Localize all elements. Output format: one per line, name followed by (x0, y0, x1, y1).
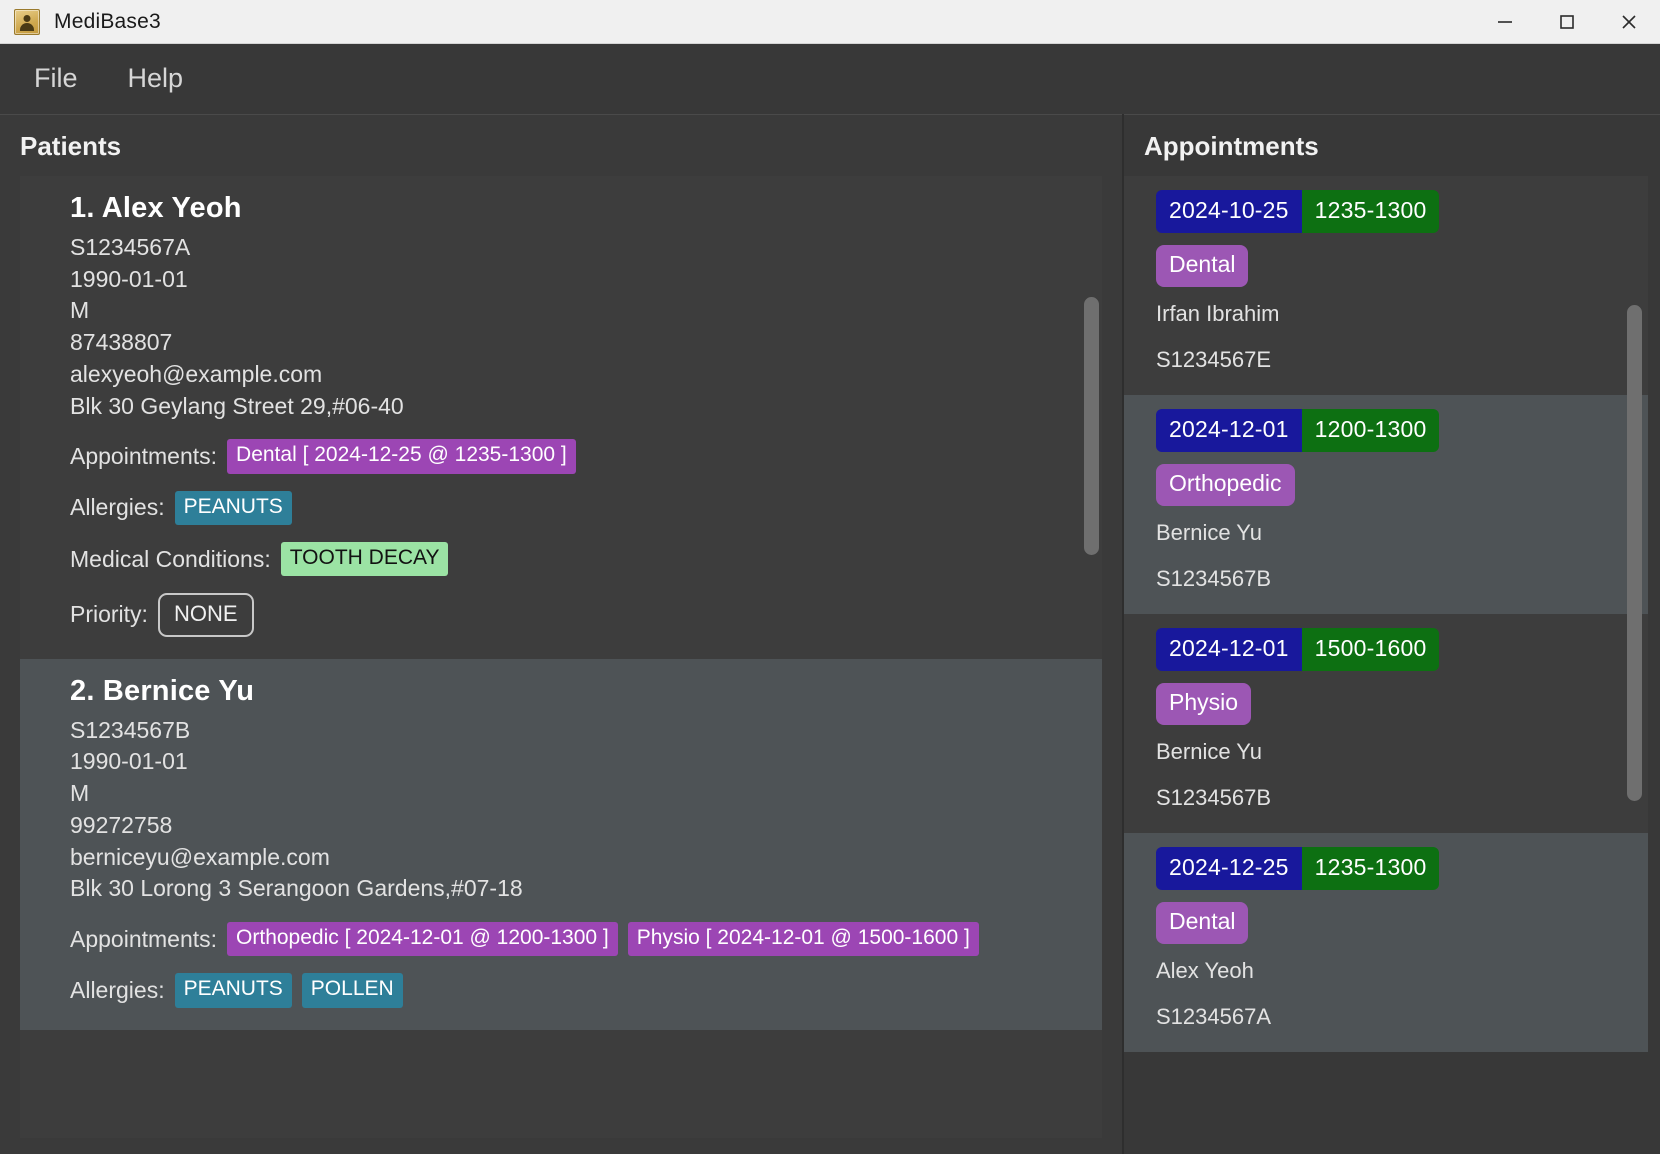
condition-tag[interactable]: TOOTH DECAY (281, 542, 449, 576)
patient-address: Blk 30 Lorong 3 Serangoon Gardens,#07-18 (70, 873, 1076, 905)
appointment-list[interactable]: 2024-10-251235-1300DentalIrfan IbrahimS1… (1124, 176, 1648, 1154)
patient-priority-row: Priority: NONE (70, 593, 1076, 637)
person-card-icon (14, 9, 40, 35)
close-icon[interactable] (1598, 0, 1660, 44)
app-window: MediBase3 File Help Patients 1. Alex Yeo… (0, 0, 1660, 1154)
appointment-tag[interactable]: Orthopedic [ 2024-12-01 @ 1200-1300 ] (227, 922, 618, 956)
menu-bar: File Help (0, 44, 1660, 113)
patient-gender: M (70, 295, 1076, 327)
patient-card[interactable]: 2. Bernice Yu S1234567B1990-01-01M9927275… (20, 659, 1102, 1030)
patient-nric: S1234567B (70, 715, 1076, 747)
appointment-card[interactable]: 2024-10-251235-1300 Dental Irfan Ibrahim S1… (1124, 176, 1648, 395)
appointment-patient-name: Irfan Ibrahim (1156, 301, 1624, 327)
patient-gender: M (70, 778, 1076, 810)
appointments-panel-title: Appointments (1124, 115, 1660, 176)
patients-panel-title: Patients (0, 115, 1122, 176)
appointment-card[interactable]: 2024-12-011500-1600 Physio Bernice Yu S1234… (1124, 614, 1648, 833)
main-content: Patients 1. Alex YeohS1234567A1990-01-01… (0, 113, 1660, 1154)
appointment-type-wrap: Physio (1156, 683, 1624, 739)
appointment-type-wrap: Dental (1156, 902, 1624, 958)
patient-email: alexyeoh@example.com (70, 359, 1076, 391)
appointments-label: Appointments: (70, 926, 217, 953)
appointment-card[interactable]: 2024-12-011200-1300OrthopedicBernice YuS… (1124, 395, 1648, 614)
patient-allergies-row: Allergies: PEANUTS (70, 491, 1076, 525)
appointment-patient-nric: S1234567A (1156, 1004, 1624, 1030)
appointment-tag[interactable]: Physio [ 2024-12-01 @ 1500-1600 ] (628, 922, 979, 956)
patient-appointments-row: Appointments: Orthopedic [ 2024-12-01 @ 1… (70, 922, 1076, 956)
appointment-type-chip: Dental (1156, 245, 1248, 287)
appointment-chip-row: 2024-12-011200-1300 (1156, 409, 1624, 452)
appointment-date-chip: 2024-10-25 (1156, 190, 1302, 233)
appointment-time-chip: 1235-1300 (1302, 847, 1440, 890)
patient-dob: 1990-01-01 (70, 746, 1076, 778)
conditions-label: Medical Conditions: (70, 546, 271, 573)
patient-appointments-row: Appointments: Dental [ 2024-12-25 @ 1235-… (70, 439, 1076, 473)
appointment-type-wrap: Dental (1156, 245, 1624, 301)
allergy-tag[interactable]: POLLEN (302, 973, 403, 1007)
appointment-patient-name: Alex Yeoh (1156, 958, 1624, 984)
patient-nric: S1234567A (70, 232, 1076, 264)
appointment-time-chip: 1500-1600 (1302, 628, 1440, 671)
allergies-label: Allergies: (70, 494, 165, 521)
allergy-tag[interactable]: PEANUTS (175, 973, 292, 1007)
appointment-patient-name: Bernice Yu (1156, 739, 1624, 765)
appointment-chip-row: 2024-12-251235-1300 (1156, 847, 1624, 890)
appointment-type-chip: Dental (1156, 902, 1248, 944)
window-controls (1474, 0, 1660, 44)
appointment-card[interactable]: 2024-12-251235-1300 Dental Alex Yeoh S12345… (1124, 833, 1648, 1052)
appointment-date-chip: 2024-12-01 (1156, 409, 1302, 452)
patient-phone: 87438807 (70, 327, 1076, 359)
appointment-date-chip: 2024-12-25 (1156, 847, 1302, 890)
appointment-time-chip: 1235-1300 (1302, 190, 1440, 233)
appointment-time-chip: 1200-1300 (1302, 409, 1440, 452)
menu-item-help[interactable]: Help (122, 61, 190, 96)
title-bar: MediBase3 (0, 0, 1660, 44)
appointment-patient-nric: S1234567B (1156, 785, 1624, 811)
appointment-patient-nric: S1234567E (1156, 347, 1624, 373)
maximize-icon[interactable] (1536, 0, 1598, 44)
patient-card[interactable]: 1. Alex Yeoh S1234567A1990-01-01M87438807… (20, 176, 1102, 659)
patient-allergies-row: Allergies: PEANUTS POLLEN (70, 973, 1076, 1007)
patient-name: 1. Alex Yeoh (70, 192, 1076, 225)
patient-name: 2. Bernice Yu (70, 675, 1076, 708)
patient-list[interactable]: 1. Alex YeohS1234567A1990-01-01M87438807… (20, 176, 1102, 1138)
patient-phone: 99272758 (70, 810, 1076, 842)
appointment-patient-name: Bernice Yu (1156, 520, 1624, 546)
allergies-label: Allergies: (70, 977, 165, 1004)
menu-item-file[interactable]: File (28, 61, 84, 96)
minimize-icon[interactable] (1474, 0, 1536, 44)
appointment-date-chip: 2024-12-01 (1156, 628, 1302, 671)
allergy-tag[interactable]: PEANUTS (175, 491, 292, 525)
appointment-chip-row: 2024-10-251235-1300 (1156, 190, 1624, 233)
appointment-patient-nric: S1234567B (1156, 566, 1624, 592)
appointment-type-chip: Orthopedic (1156, 464, 1295, 506)
patient-email: berniceyu@example.com (70, 842, 1076, 874)
title-bar-left: MediBase3 (0, 9, 1474, 35)
patient-list-scrollbar[interactable] (1084, 297, 1099, 555)
appointment-tag[interactable]: Dental [ 2024-12-25 @ 1235-1300 ] (227, 439, 576, 473)
patient-conditions-row: Medical Conditions: TOOTH DECAY (70, 542, 1076, 576)
patient-dob: 1990-01-01 (70, 264, 1076, 296)
appointment-chip-row: 2024-12-011500-1600 (1156, 628, 1624, 671)
priority-badge[interactable]: NONE (158, 593, 254, 637)
patient-address: Blk 30 Geylang Street 29,#06-40 (70, 391, 1076, 423)
appointments-label: Appointments: (70, 443, 217, 470)
appointments-panel: Appointments 2024-10-251235-1300DentalIr… (1124, 114, 1660, 1154)
appointment-list-scrollbar[interactable] (1627, 305, 1642, 801)
patients-panel: Patients 1. Alex YeohS1234567A1990-01-01… (0, 114, 1122, 1154)
appointment-type-chip: Physio (1156, 683, 1251, 725)
window-title: MediBase3 (54, 10, 161, 34)
appointment-type-wrap: Orthopedic (1156, 464, 1624, 520)
priority-label: Priority: (70, 601, 148, 628)
